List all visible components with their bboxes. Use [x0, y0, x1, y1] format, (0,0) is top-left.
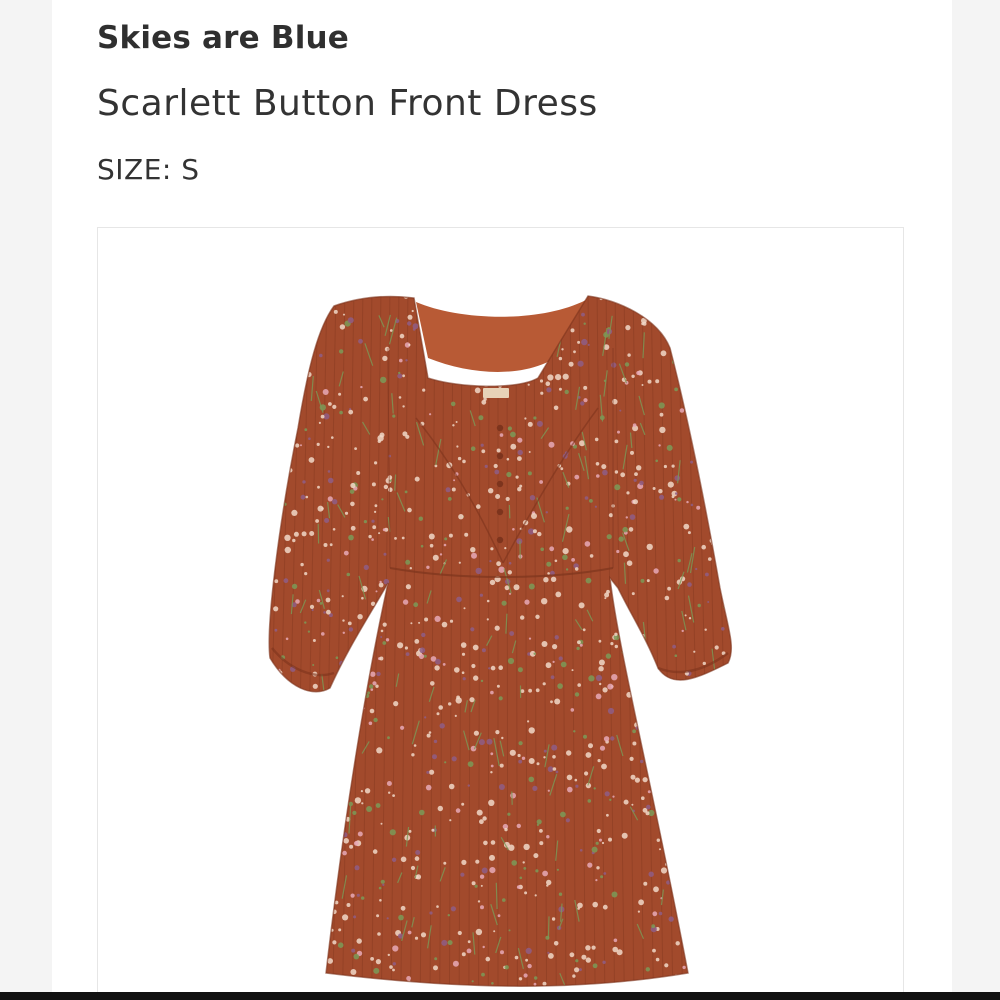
dress-button	[496, 424, 504, 432]
bottom-edge	[0, 992, 1000, 1000]
dress-button	[496, 508, 504, 516]
dress-button	[496, 536, 504, 544]
size-label: SIZE:	[97, 153, 172, 186]
dress-tag	[483, 388, 509, 398]
brand-name: Skies are Blue	[97, 20, 350, 56]
size-info: SIZE: S	[97, 153, 200, 186]
product-title: Scarlett Button Front Dress	[97, 83, 598, 124]
dress-illustration	[268, 295, 733, 987]
dress-button	[496, 480, 504, 488]
product-listing-page: Skies are Blue Scarlett Button Front Dre…	[0, 0, 1000, 1000]
size-value: S	[181, 153, 200, 186]
dress-button	[496, 452, 504, 460]
product-image[interactable]	[97, 227, 904, 1000]
